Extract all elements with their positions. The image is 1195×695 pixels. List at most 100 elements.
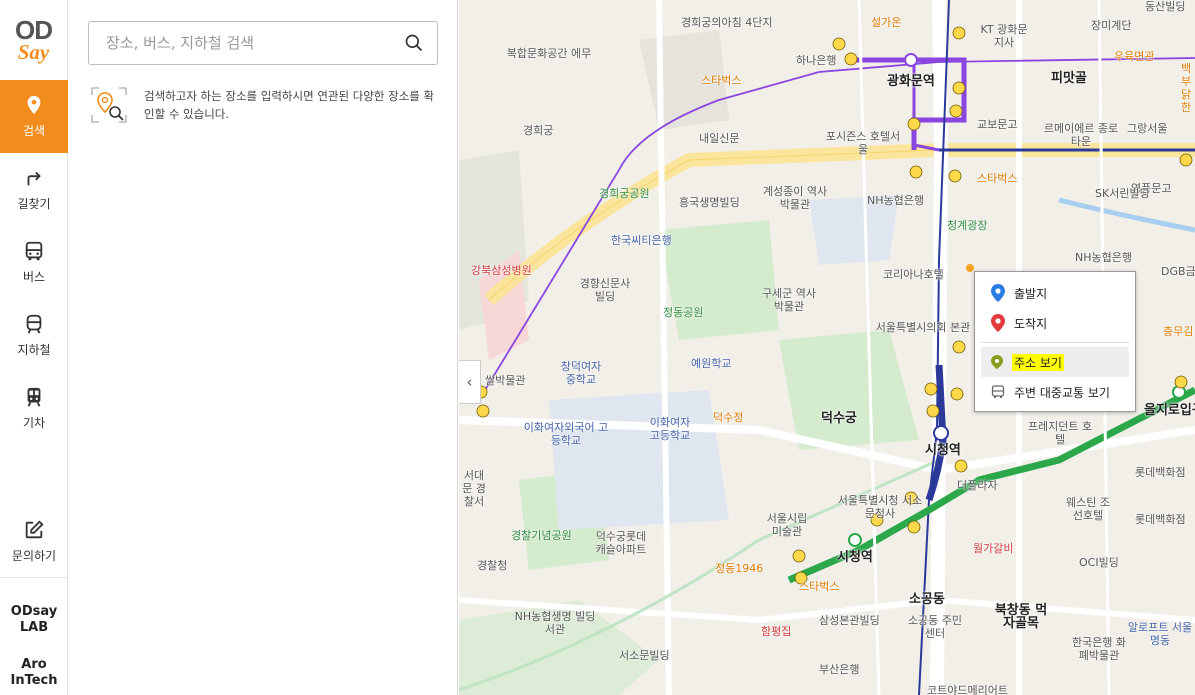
map-pin-icon [27,95,41,115]
map-label[interactable]: 쌀박물관 [485,374,525,387]
aro-intech-link[interactable]: Aro InTech [0,657,68,689]
map-label[interactable]: 백부 닭한 [1177,62,1195,114]
edit-icon [25,519,44,538]
map-label[interactable]: 경희궁 [523,124,553,137]
map-label[interactable]: 서대문 경찰서 [459,469,489,508]
map-label[interactable]: 서소문빌딩 [619,649,670,662]
map-label[interactable]: 서울특별시의회 본관 [875,321,971,334]
map-label[interactable]: 롯데백화점 [1135,466,1186,479]
map-label[interactable]: 서울특별시청 서소문청사 [835,494,925,520]
map-label[interactable]: 강북삼성병원 [471,264,532,277]
location-search-icon [91,87,127,123]
view-address-label: 주소 보기 [1012,353,1064,371]
map-label[interactable]: 북창동 먹자골목 [989,604,1053,630]
map-label[interactable]: DGB금융 [1161,265,1195,278]
search-button[interactable] [391,23,437,63]
map-label[interactable]: 경찰청 [477,559,507,572]
red-pin-icon [991,314,1005,332]
map-label[interactable]: SK서린빌딩 [1095,187,1150,200]
map-label[interactable]: 덕수궁롯데 캐슬아파트 [591,530,651,556]
nav-bus[interactable]: 버스 [0,226,68,299]
map-label[interactable]: 경희궁공원 [599,187,650,200]
map-label[interactable]: 알로프트 서울명동 [1127,621,1193,647]
map-label[interactable]: 창덕여자 중학교 [555,360,607,386]
map-label[interactable]: 한국은행 화폐박물관 [1067,636,1131,662]
map-label[interactable]: 계성종이 역사박물관 [759,185,831,211]
map-label[interactable]: 우육면관 [1114,50,1154,63]
map-label[interactable]: 웨스틴 조선호텔 [1061,496,1115,522]
map-label[interactable]: 프레지던트 호텔 [1027,420,1093,446]
map-label[interactable]: NH농협은행 [867,194,924,207]
nearby-transit-label: 주변 대중교통 보기 [1014,385,1110,400]
set-origin-item[interactable]: 출발지 [981,278,1129,308]
set-destination-item[interactable]: 도착지 [981,308,1129,338]
map-label[interactable]: 내일신문 [699,132,739,145]
nav-train[interactable]: 기차 [0,372,68,445]
map-label[interactable]: 하나은행 [796,54,836,67]
map-label[interactable]: 르메이에르 종로타운 [1039,122,1123,148]
map-label[interactable]: 덕수궁 [821,412,857,425]
map-label[interactable]: 시청역 [837,551,873,564]
map-label[interactable]: 그랑서울 [1127,122,1167,135]
odsay-lab-line2: LAB [19,620,49,635]
map-label[interactable]: 소공동 주민센터 [907,614,963,640]
map-label[interactable]: KT 광화문지사 [979,23,1029,49]
map-label[interactable]: 정동공원 [663,306,703,319]
map-label[interactable]: 시청역 [925,444,961,457]
map-label[interactable]: 설가온 [871,16,901,29]
map-label[interactable]: 정동1946 [715,562,763,575]
odsay-logo[interactable]: OD Say [0,0,67,80]
panel-collapse-button[interactable]: ‹ [459,360,481,404]
map-label[interactable]: 피맛골 [1051,72,1087,85]
map-label[interactable]: NH농협은행 [1075,251,1132,264]
odsay-lab-link[interactable]: ODsay LAB [0,604,68,636]
search-input[interactable] [89,23,391,63]
map-label[interactable]: 경희궁의아침 4단지 [681,16,772,29]
map-label[interactable]: 소공동 [909,593,945,606]
map-label[interactable]: 복합문화공간 에무 [503,47,595,60]
map-label[interactable]: 충무김 [1163,325,1193,338]
nav-subway-label: 지하철 [17,343,51,357]
map-label[interactable]: 흥국생명빌딩 [679,196,740,209]
map-label[interactable]: 한국씨티은행 [611,234,672,247]
view-address-item[interactable]: 주소 보기 [981,347,1129,377]
nav-directions[interactable]: 길찾기 [0,153,68,226]
map-label[interactable]: 더플라자 [957,479,997,492]
map-label[interactable]: 롯데백화점 [1135,513,1186,526]
nav-inquiry[interactable]: 문의하기 [0,506,68,576]
map-label[interactable]: 이화여자외국어 고등학교 [523,421,609,447]
map-label[interactable]: 예원학교 [691,357,731,370]
map-label[interactable]: 광화문역 [887,75,935,88]
map-label[interactable]: 월가갈비 [973,542,1013,555]
map-label[interactable]: 부산은행 [819,663,859,676]
map-label[interactable]: 삼성본관빌딩 [819,614,880,627]
nav-search[interactable]: 검색 [0,80,68,153]
map-label[interactable]: 구세군 역사박물관 [759,287,819,313]
map-label[interactable]: 교보문고 [977,118,1017,131]
search-box [88,21,438,65]
map-label[interactable]: NH농협생명 빌딩서관 [513,610,597,636]
map-label[interactable]: 장미계단 [1091,19,1131,32]
map-label[interactable]: 경찰기념공원 [511,529,572,542]
map-label[interactable]: 덕수정 [713,411,743,424]
map-label[interactable]: 청계광장 [947,219,987,232]
map-label[interactable]: 을지로입구 [1144,404,1195,417]
map-label[interactable]: 스타벅스 [799,580,839,593]
logo-bottom: Say [17,40,50,64]
map-label[interactable]: 함평집 [761,625,791,638]
map-label[interactable]: 서울시립 미술관 [761,512,813,538]
map-label[interactable]: 포시즌스 호텔서울 [825,130,901,156]
map-label[interactable]: 동산빌딩 [1145,0,1185,13]
nearby-transit-item[interactable]: 주변 대중교통 보기 [981,377,1129,407]
map-label[interactable]: OCI빌딩 [1079,556,1119,569]
map-label[interactable]: 코리아나호텔 [883,268,944,281]
map-label[interactable]: 스타벅스 [977,172,1017,185]
map-label[interactable]: 스타벅스 [701,74,741,87]
nav-rail: OD Say 검색 길찾기 버스 지하철 기차 문의하기 ODsay LAB A… [0,0,68,695]
map-label[interactable]: 코트야드메리어트 [927,684,1008,695]
search-icon [405,34,423,52]
bus-icon [991,385,1005,398]
map-label[interactable]: 경향신문사 빌딩 [575,277,635,303]
map-label[interactable]: 이화여자 고등학교 [645,416,695,442]
nav-subway[interactable]: 지하철 [0,299,68,372]
